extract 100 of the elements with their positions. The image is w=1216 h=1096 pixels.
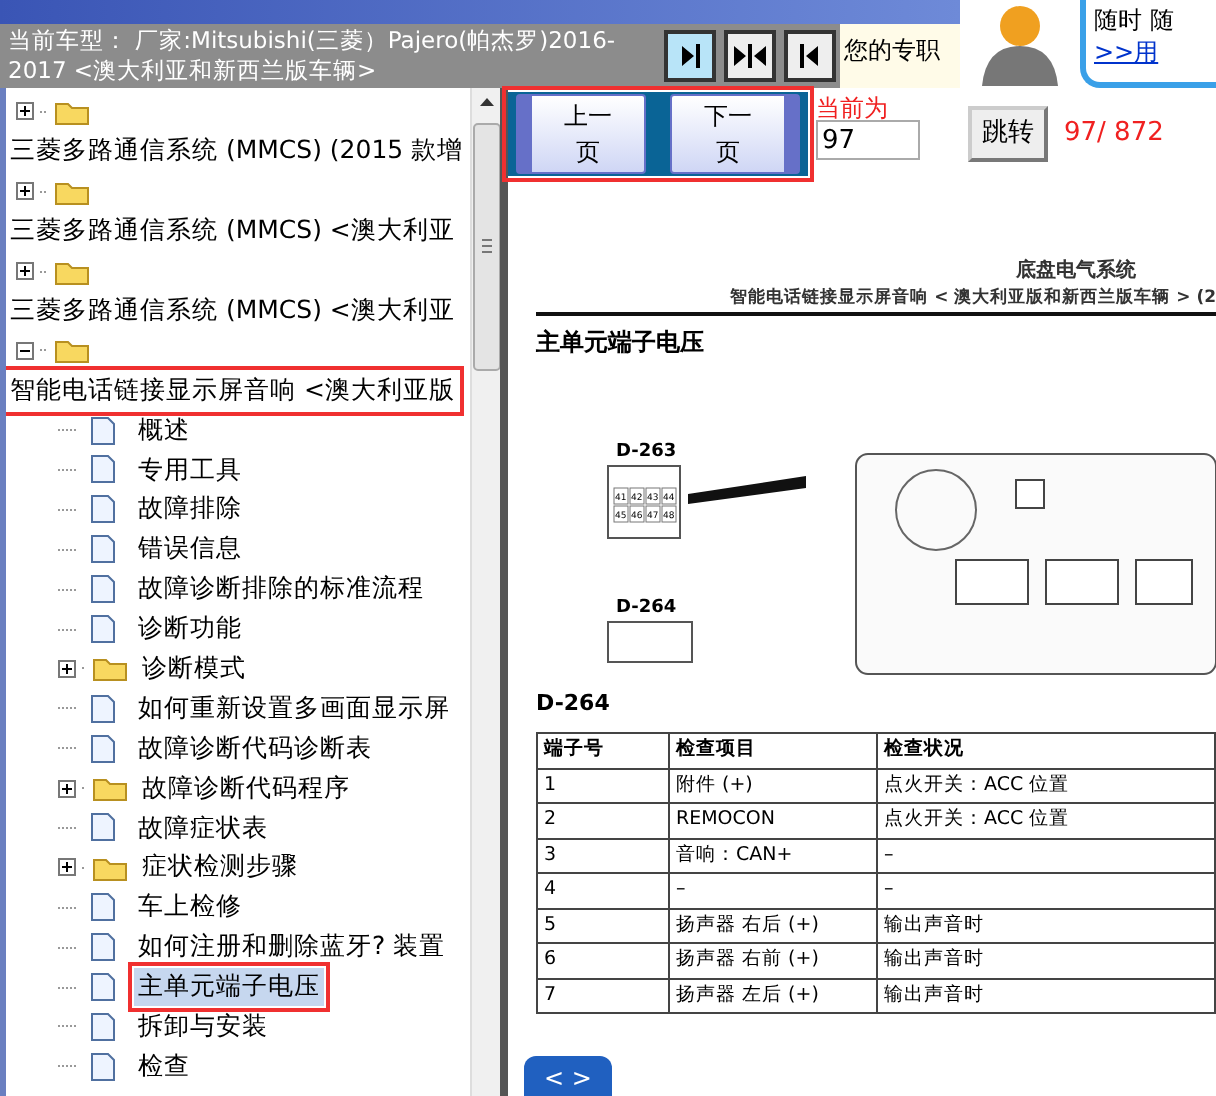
section-title: 底盘电气系统	[1014, 256, 1138, 286]
page-icon	[90, 614, 116, 645]
tree-connector	[58, 985, 78, 990]
prev-page-button[interactable]: 上一页	[516, 94, 646, 174]
table-cell: 7	[537, 978, 669, 1014]
tree-connector	[40, 269, 48, 273]
folder-label[interactable]: 三菱多路通信系统 (MMCS) (2015 款增	[6, 132, 468, 171]
leader-line	[688, 475, 806, 504]
page-icon	[90, 1051, 116, 1082]
page-icon	[90, 454, 116, 485]
nav-button[interactable]: < >	[524, 1056, 612, 1096]
notice-text: 您的专职	[840, 24, 960, 88]
table-cell: 2	[537, 803, 669, 839]
tree-item[interactable]: 故障排除	[134, 490, 246, 529]
tree-item[interactable]: 故障症状表	[134, 809, 272, 847]
page-count: 97/ 872	[1064, 116, 1164, 153]
table-cell: 点火开关：ACC 位置	[877, 803, 1215, 839]
tree-item[interactable]: 故障诊断代码诊断表	[134, 729, 376, 768]
table-cell: 3	[537, 838, 669, 874]
expand-panel-button[interactable]	[664, 30, 716, 82]
tree-item[interactable]: 错误信息	[134, 530, 246, 569]
page-icon	[90, 693, 116, 724]
connector-title: D-264	[536, 687, 612, 720]
next-page-button[interactable]: 下一页	[670, 94, 800, 174]
column-header: 端子号	[537, 733, 669, 769]
folder-label[interactable]: 三菱多路通信系统 (MMCS) <澳大利亚	[6, 212, 459, 250]
page-icon	[90, 812, 116, 843]
tree-item[interactable]: 诊断模式	[138, 650, 250, 688]
expand-toggle[interactable]	[16, 182, 34, 201]
tree-item[interactable]: 故障诊断排除的标准流程	[134, 570, 428, 608]
collapse-toggle[interactable]	[16, 341, 34, 360]
table-cell: 音响：CAN+	[669, 838, 877, 874]
expand-toggle[interactable]	[58, 659, 76, 678]
page-icon	[90, 733, 116, 764]
table-cell: 6	[537, 943, 669, 979]
connector-drawing	[607, 620, 693, 663]
folder-label[interactable]: 智能电话链接显示屏音响 <澳大利亚版	[6, 371, 459, 410]
tree-connector	[58, 905, 78, 910]
document-subtitle: 智能电话链接显示屏音响 < 澳大利亚版和新西兰版车辆 > (2	[536, 286, 1216, 316]
tree-item[interactable]: 检查	[134, 1047, 194, 1086]
tree-connector	[58, 467, 78, 472]
arrow-right-icon	[678, 42, 702, 70]
folder-icon	[92, 654, 128, 683]
tree-item[interactable]: 专用工具	[134, 451, 246, 489]
split-arrows-icon	[732, 42, 768, 70]
tree-item[interactable]: 车上检修	[134, 888, 246, 927]
folder-icon	[54, 97, 90, 126]
column-header: 检查状况	[877, 733, 1215, 769]
jump-button[interactable]: 跳转	[968, 106, 1048, 162]
tree-connector	[58, 428, 78, 433]
table-cell: 1	[537, 768, 669, 804]
tree-connector	[58, 706, 78, 711]
table-cell: 点火开关：ACC 位置	[877, 768, 1215, 804]
tree-connector	[58, 627, 78, 632]
table-cell: 扬声器 右前 (+)	[669, 943, 877, 979]
promo-text: 随时 随	[1094, 4, 1176, 36]
arrow-left-icon	[798, 42, 822, 70]
tree-item[interactable]: 症状检测步骤	[138, 848, 302, 887]
tree-connector	[58, 945, 78, 950]
table-cell: –	[877, 838, 1215, 874]
split-panel-button[interactable]	[724, 30, 776, 82]
folder-label[interactable]: 三菱多路通信系统 (MMCS) <澳大利亚	[6, 292, 459, 330]
table-cell: 输出声音时	[877, 978, 1215, 1014]
tree-item[interactable]: 如何重新设置多画面显示屏	[134, 689, 454, 728]
expand-toggle[interactable]	[16, 102, 34, 121]
table-cell: 扬声器 左后 (+)	[669, 978, 877, 1014]
tree-connector	[40, 348, 48, 353]
page-icon	[90, 1011, 116, 1042]
tree-item[interactable]: 主单元端子电压	[134, 968, 324, 1006]
column-header: 检查项目	[669, 733, 877, 769]
page-icon	[90, 932, 116, 963]
folder-icon	[54, 177, 90, 206]
page-input[interactable]: 97	[816, 120, 920, 160]
connector-drawing	[607, 464, 681, 539]
table-cell: 5	[537, 908, 669, 944]
folder-icon	[54, 257, 90, 285]
tree-item[interactable]: 拆卸与安装	[134, 1008, 272, 1046]
promo-link[interactable]: >>用	[1094, 38, 1159, 66]
vehicle-info: 当前车型： 厂家:Mitsubishi(三菱）Pajero(帕杰罗)2016-2017 <澳大利亚和新西兰版车辆>	[6, 24, 618, 88]
folder-icon	[92, 853, 128, 882]
tree-item[interactable]: 诊断功能	[134, 610, 246, 648]
tree-item[interactable]: 如何注册和删除蓝牙? 装置	[134, 928, 450, 967]
expand-toggle[interactable]	[58, 858, 76, 877]
tree-item[interactable]: 概述	[134, 411, 194, 449]
table-cell: –	[877, 873, 1215, 909]
table-cell: 输出声音时	[877, 943, 1215, 979]
document-heading: 主单元端子电压	[536, 325, 706, 360]
tree-connector	[58, 825, 78, 830]
tree-connector	[58, 746, 78, 751]
expand-toggle[interactable]	[58, 779, 76, 798]
table-cell: 4	[537, 873, 669, 909]
page-icon	[90, 494, 116, 525]
connector-label: D-264	[616, 597, 677, 618]
collapse-panel-button[interactable]	[784, 30, 836, 82]
folder-icon	[54, 336, 90, 365]
tree-connector	[40, 109, 48, 114]
expand-toggle[interactable]	[16, 262, 34, 280]
table-cell: 扬声器 右后 (+)	[669, 908, 877, 944]
tree-item[interactable]: 故障诊断代码程序	[138, 769, 354, 807]
tree-connector	[58, 1024, 78, 1029]
